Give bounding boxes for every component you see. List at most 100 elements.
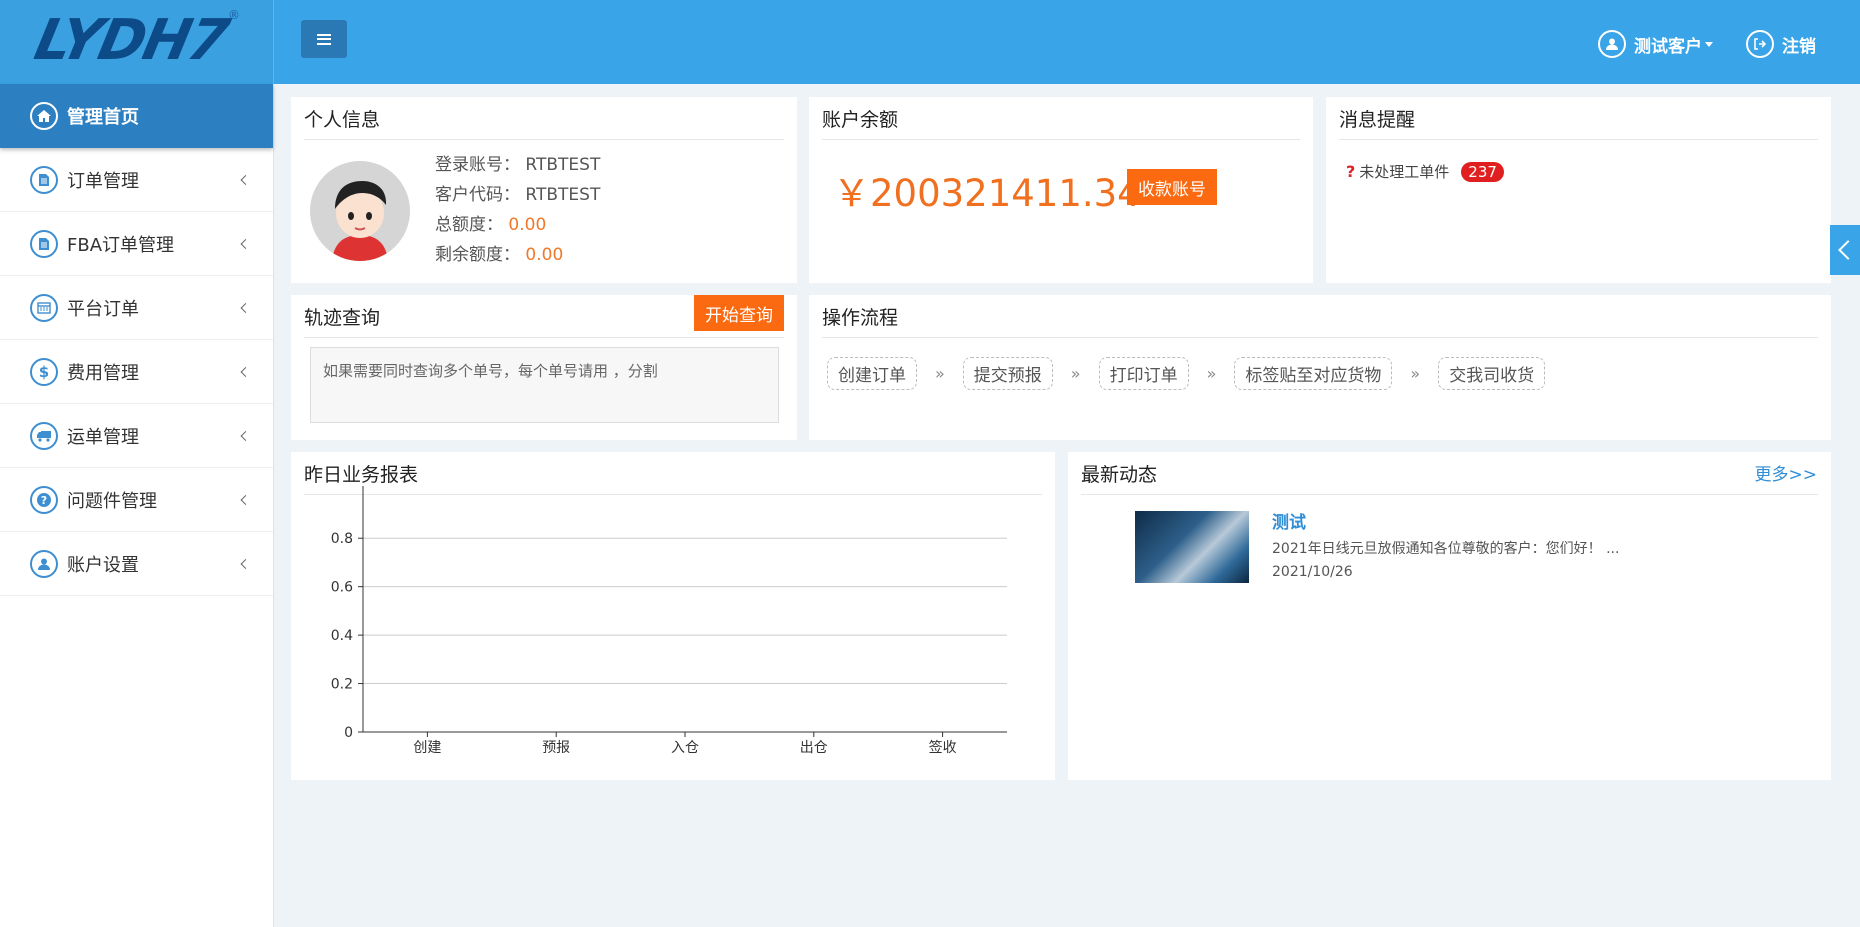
divider: [304, 337, 784, 338]
sidebar-item-label: 平台订单: [67, 298, 139, 320]
double-chevron-icon: »: [935, 364, 945, 383]
news-thumbnail[interactable]: [1135, 511, 1249, 583]
user-icon: [1598, 30, 1626, 58]
avatar: [310, 161, 410, 261]
truck-icon: [30, 421, 58, 450]
unprocessed-tickets-link[interactable]: ? 未处理工单件 237: [1346, 161, 1504, 182]
customer-code-label: 客户代码：: [435, 185, 520, 205]
caret-down-icon: [1705, 41, 1713, 47]
y-tick-label: 0: [344, 725, 353, 741]
sidebar: 管理首页 订单管理 FBA订单管理 平台订单 $ 费用管理 运单管理 ? 问题件…: [0, 84, 274, 927]
y-tick-label: 0.8: [331, 531, 353, 547]
side-panel-toggle[interactable]: [1830, 225, 1860, 275]
sidebar-item-label: 管理首页: [67, 107, 139, 128]
panel-title: 个人信息: [304, 109, 381, 131]
message-reminder-panel: 消息提醒 ? 未处理工单件 237: [1326, 97, 1831, 283]
x-tick-label: 预报: [542, 740, 570, 756]
news-title-link[interactable]: 测试: [1272, 508, 1306, 533]
logo[interactable]: LYDH7 ®: [0, 0, 274, 84]
calendar-icon: [30, 293, 58, 322]
sidebar-item-home[interactable]: 管理首页: [0, 84, 273, 148]
document-icon: [30, 165, 58, 194]
dollar-icon: $: [30, 357, 58, 386]
logo-registered-mark: ®: [228, 8, 240, 22]
question-mark-icon: ?: [1346, 162, 1356, 181]
total-quota-row: 总额度： 0.00: [435, 210, 546, 235]
flow-step: 打印订单: [1098, 357, 1189, 390]
divider: [1081, 494, 1818, 495]
hamburger-icon: [317, 33, 331, 45]
chevron-left-icon: [240, 366, 251, 377]
balance-amount: ￥200321411.34: [833, 172, 1141, 215]
chevron-left-icon: [240, 302, 251, 313]
sidebar-item-orders[interactable]: 订单管理: [0, 148, 273, 212]
x-tick-label: 创建: [413, 740, 441, 756]
flow-steps: 创建订单 » 提交预报 » 打印订单 » 标签贴至对应货物 » 交我司收货: [827, 357, 1546, 390]
y-tick-label: 0.4: [331, 628, 353, 644]
sidebar-item-label: 问题件管理: [67, 490, 157, 512]
svg-text:$: $: [39, 364, 49, 380]
sidebar-item-waybills[interactable]: 运单管理: [0, 404, 273, 468]
sidebar-item-label: FBA订单管理: [67, 234, 175, 256]
divider: [1339, 139, 1818, 140]
panel-title: 消息提醒: [1339, 109, 1416, 131]
chevron-left-icon: [240, 558, 251, 569]
logout-icon: [1746, 30, 1774, 58]
remaining-quota-value: 0.00: [525, 245, 564, 265]
divider: [304, 139, 784, 140]
chevron-left-icon: [240, 430, 251, 441]
logout-button[interactable]: 注销: [1746, 30, 1816, 58]
chevron-left-icon: [240, 494, 251, 505]
sidebar-item-account-settings[interactable]: 账户设置: [0, 532, 273, 596]
start-query-button[interactable]: 开始查询: [694, 295, 784, 331]
user-name: 测试客户: [1634, 36, 1702, 57]
news-date: 2021/10/26: [1272, 564, 1353, 580]
top-header: LYDH7 ® 测试客户 注销: [0, 0, 1860, 84]
double-chevron-icon: »: [1410, 364, 1421, 383]
divider: [822, 139, 1300, 140]
panel-title: 账户余额: [822, 109, 899, 131]
more-link[interactable]: 更多>>: [1755, 460, 1818, 485]
document-icon: [30, 229, 58, 258]
divider: [822, 337, 1818, 338]
menu-toggle-button[interactable]: [301, 20, 347, 58]
yesterday-report-panel: 昨日业务报表 0 0.2 0.4 0.6 0.8 创建 预报 入仓 出仓 签收: [291, 452, 1055, 780]
double-chevron-icon: »: [1206, 364, 1217, 383]
count-badge: 237: [1461, 161, 1504, 182]
sidebar-item-problem-items[interactable]: ? 问题件管理: [0, 468, 273, 532]
y-tick-label: 0.6: [331, 580, 353, 596]
login-account-row: 登录账号： RTBTEST: [435, 150, 600, 175]
remaining-quota-label: 剩余额度：: [435, 245, 520, 265]
customer-code-value: RTBTEST: [525, 185, 601, 205]
x-tick-label: 签收: [929, 739, 957, 756]
customer-code-row: 客户代码： RTBTEST: [435, 180, 600, 205]
payment-account-button[interactable]: 收款账号: [1127, 169, 1217, 205]
user-icon: [30, 549, 58, 578]
total-quota-label: 总额度：: [435, 215, 503, 235]
flow-step: 标签贴至对应货物: [1234, 357, 1393, 390]
flow-step: 创建订单: [827, 357, 917, 390]
personal-info-panel: 个人信息 登录账号： RTBTEST 客户代码： RTBTEST 总额度： 0.…: [291, 97, 797, 283]
news-description: 2021年日线元旦放假通知各位尊敬的客户：您们好！ ...: [1272, 541, 1620, 557]
sidebar-item-fees[interactable]: $ 费用管理: [0, 340, 273, 404]
x-tick-label: 入仓: [671, 740, 699, 756]
double-chevron-icon: »: [1070, 364, 1081, 383]
panel-title: 最新动态: [1081, 464, 1158, 486]
chevron-left-icon: [240, 238, 251, 249]
login-account-label: 登录账号：: [435, 155, 520, 175]
sidebar-item-label: 费用管理: [67, 362, 139, 384]
logo-text: LYDH7: [29, 8, 233, 73]
panel-title: 轨迹查询: [304, 307, 381, 329]
operation-flow-panel: 操作流程 创建订单 » 提交预报 » 打印订单 » 标签贴至对应货物 » 交我司…: [809, 295, 1831, 440]
home-icon: [30, 102, 58, 130]
svg-text:?: ?: [41, 494, 47, 507]
logout-label: 注销: [1782, 36, 1816, 57]
x-tick-label: 出仓: [800, 740, 828, 756]
sidebar-item-platform-orders[interactable]: 平台订单: [0, 276, 273, 340]
sidebar-item-label: 账户设置: [67, 554, 139, 576]
sidebar-item-fba-orders[interactable]: FBA订单管理: [0, 212, 273, 276]
user-menu[interactable]: 测试客户: [1598, 30, 1713, 58]
panel-title: 操作流程: [822, 307, 899, 329]
sidebar-item-label: 订单管理: [67, 170, 139, 192]
tracking-number-input[interactable]: 如果需要同时查询多个单号，每个单号请用 ，分割: [310, 347, 779, 423]
